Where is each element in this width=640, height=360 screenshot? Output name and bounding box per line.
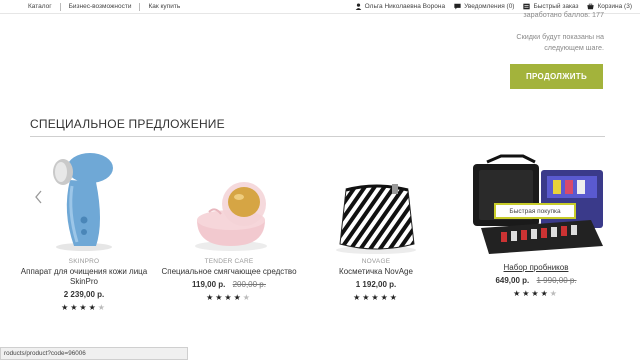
product-card[interactable]: Набор пробников 649,00 р. 1 990,00 р. ★★…	[461, 142, 611, 298]
product-image-sample-set[interactable]	[461, 142, 611, 255]
quick-buy-button[interactable]: Быстрая покупка	[494, 203, 576, 219]
product-name[interactable]: Набор пробников	[461, 263, 611, 273]
user-icon	[355, 3, 361, 10]
tender-care-jar-image	[195, 182, 267, 251]
product-price: 2 239,00 р.	[63, 290, 105, 299]
product-rating: ★★★★★	[206, 293, 252, 302]
cart-icon	[587, 3, 595, 10]
product-card[interactable]: NOVAGE Косметичка NovAge 1 192,00 р. ★★★…	[306, 142, 446, 302]
product-price: 649,00 р.	[495, 276, 530, 285]
product-price: 119,00 р.	[192, 280, 226, 289]
product-name[interactable]: Косметичка NovAge	[306, 267, 446, 277]
continue-button[interactable]: ПРОДОЛЖИТЬ	[510, 64, 603, 89]
product-brand: NOVAGE	[361, 258, 391, 265]
user-account-link[interactable]: Ольга Николаевна Ворона	[355, 2, 445, 11]
top-nav-links: Каталог Бизнес-возможности Как купить	[28, 3, 188, 11]
user-name: Ольга Николаевна Ворона	[364, 3, 446, 10]
section-divider	[30, 136, 605, 137]
notifications-link[interactable]: Уведомления (0)	[454, 2, 514, 11]
quick-order-icon	[523, 3, 531, 10]
special-offer-title: СПЕЦИАЛЬНОЕ ПРЕДЛОЖЕНИЕ	[30, 117, 225, 131]
product-brand: SKINPRO	[68, 258, 100, 265]
product-card[interactable]: SKINPRO Аппарат для очищения кожи лица S…	[14, 142, 154, 312]
notifications-label: Уведомления (0)	[464, 3, 515, 10]
product-rating: ★★★★★	[513, 289, 559, 298]
product-image-skinpro[interactable]	[14, 142, 154, 255]
cosmetic-bag-image	[336, 184, 416, 254]
nav-link-business[interactable]: Бизнес-возможности	[59, 3, 140, 11]
earned-points-text: заработано баллов: 177	[523, 10, 604, 19]
product-price: 1 192,00 р.	[355, 280, 397, 289]
product-old-price: 200,00 р.	[232, 280, 266, 289]
skin-cleansing-device-image	[53, 153, 113, 251]
product-name[interactable]: Специальное смягчающее средство	[159, 267, 299, 277]
product-name[interactable]: Аппарат для очищения кожи лица SkinPro	[14, 267, 154, 287]
chat-bubble-icon	[454, 3, 461, 10]
product-rating: ★★★★★	[353, 293, 399, 302]
nav-link-catalog[interactable]: Каталог	[28, 3, 60, 11]
product-image-novage[interactable]	[306, 142, 446, 255]
discount-note: Скидки будут показаны на следующем шаге.	[516, 32, 604, 52]
product-card[interactable]: TENDER CARE Специальное смягчающее средс…	[159, 142, 299, 302]
nav-link-how-to-buy[interactable]: Как купить	[139, 3, 188, 11]
status-bar-url: roducts/product?code=96006	[0, 347, 188, 360]
product-rating: ★★★★★	[61, 303, 107, 312]
product-image-tender-care[interactable]	[159, 142, 299, 255]
product-old-price: 1 990,00 р.	[536, 276, 577, 285]
sample-set-bag-image	[473, 154, 603, 254]
product-brand: TENDER CARE	[204, 258, 254, 265]
